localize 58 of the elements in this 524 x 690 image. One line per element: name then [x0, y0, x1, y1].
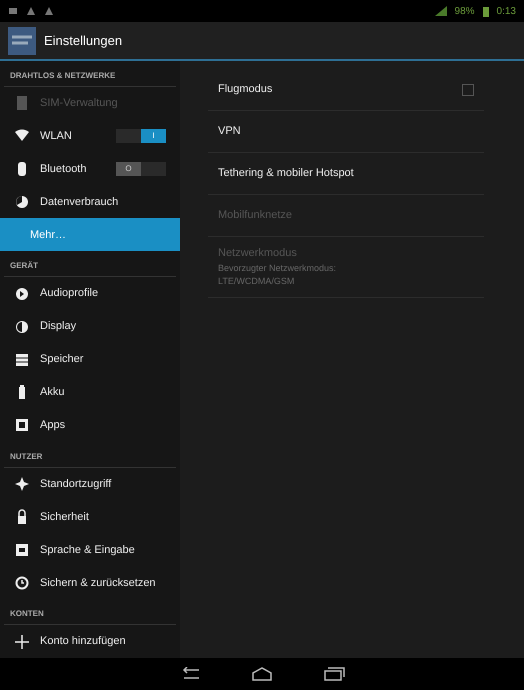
settings-item[interactable]: Sprache & Eingabe — [0, 533, 180, 566]
settings-item[interactable]: Flugmodus — [208, 69, 484, 111]
item-label: Sprache & Eingabe — [40, 542, 136, 558]
settings-item[interactable]: VPN — [208, 111, 484, 153]
settings-item[interactable]: Apps — [0, 408, 180, 442]
toggle-switch[interactable]: I — [116, 129, 166, 144]
item-label: Datenverbrauch — [40, 194, 120, 210]
item-label: Netzwerkmodus — [218, 246, 298, 261]
item-label: Speicher — [40, 352, 84, 368]
settings-item[interactable]: Sichern & zurücksetzen — [0, 566, 180, 600]
item-label: Apps — [40, 418, 66, 434]
recent-apps-icon[interactable] — [323, 667, 345, 681]
item-label: SIM-Verwaltung — [40, 96, 119, 112]
item-label: Mehr… — [30, 228, 68, 243]
item-label: Mobilfunknetze — [218, 208, 293, 224]
settings-item[interactable]: Akku — [0, 376, 180, 409]
item-label: Standortzugriff — [40, 476, 112, 492]
signal-icon — [434, 6, 447, 16]
item-label: Sicherheit — [40, 510, 90, 525]
item-label: Display — [40, 319, 78, 334]
battery-icon — [482, 6, 489, 16]
brightness-icon — [14, 318, 30, 335]
item-label: VPN — [218, 124, 242, 140]
battery-level: 98% — [454, 4, 475, 18]
item-summary: Bevorzugter Netzwerkmodus: LTE/WCDMA/GSM — [218, 262, 338, 288]
item-label: Akku — [40, 385, 66, 400]
item-label: WLAN — [40, 129, 73, 144]
settings-item[interactable]: Mehr… — [0, 218, 180, 252]
toggle-switch[interactable]: O — [116, 162, 166, 176]
home-icon[interactable] — [251, 667, 273, 681]
settings-item[interactable]: WLAN I — [0, 120, 180, 153]
section-header: KONTEN — [10, 608, 44, 620]
settings-item[interactable]: Audioprofile — [0, 277, 180, 310]
settings-item[interactable]: Bluetooth O — [0, 152, 180, 186]
pie-chart-icon — [14, 194, 30, 210]
settings-item[interactable]: Tethering & mobiler Hotspot — [208, 153, 484, 195]
item-label: Bluetooth — [40, 162, 88, 177]
item-label: Tethering & mobiler Hotspot — [218, 166, 355, 182]
section-header: GERÄT — [10, 260, 38, 272]
checkbox[interactable] — [462, 84, 474, 96]
settings-item[interactable]: Display — [0, 310, 180, 344]
item-label: Konto hinzufügen — [40, 634, 127, 650]
notification-icon — [8, 6, 18, 16]
storage-icon — [14, 352, 30, 368]
settings-item[interactable]: Datenverbrauch — [0, 186, 180, 218]
item-label: Flugmodus — [218, 82, 274, 98]
add-icon — [14, 634, 30, 650]
item-label: Audioprofile — [40, 286, 100, 302]
settings-icon — [8, 26, 36, 54]
settings-item[interactable]: Standortzugriff — [0, 468, 180, 501]
window-title: Einstellungen — [44, 32, 122, 50]
settings-item[interactable]: Sicherheit — [0, 500, 180, 534]
section-header: DRAHTLOS & NETZWERKE — [10, 70, 116, 82]
settings-item[interactable]: Konto hinzufügen — [0, 625, 180, 658]
section-header: NUTZER — [10, 450, 42, 463]
clock: 0:13 — [496, 4, 516, 18]
settings-item[interactable]: Speicher — [0, 343, 180, 376]
item-label: Sichern & zurücksetzen — [40, 576, 157, 591]
